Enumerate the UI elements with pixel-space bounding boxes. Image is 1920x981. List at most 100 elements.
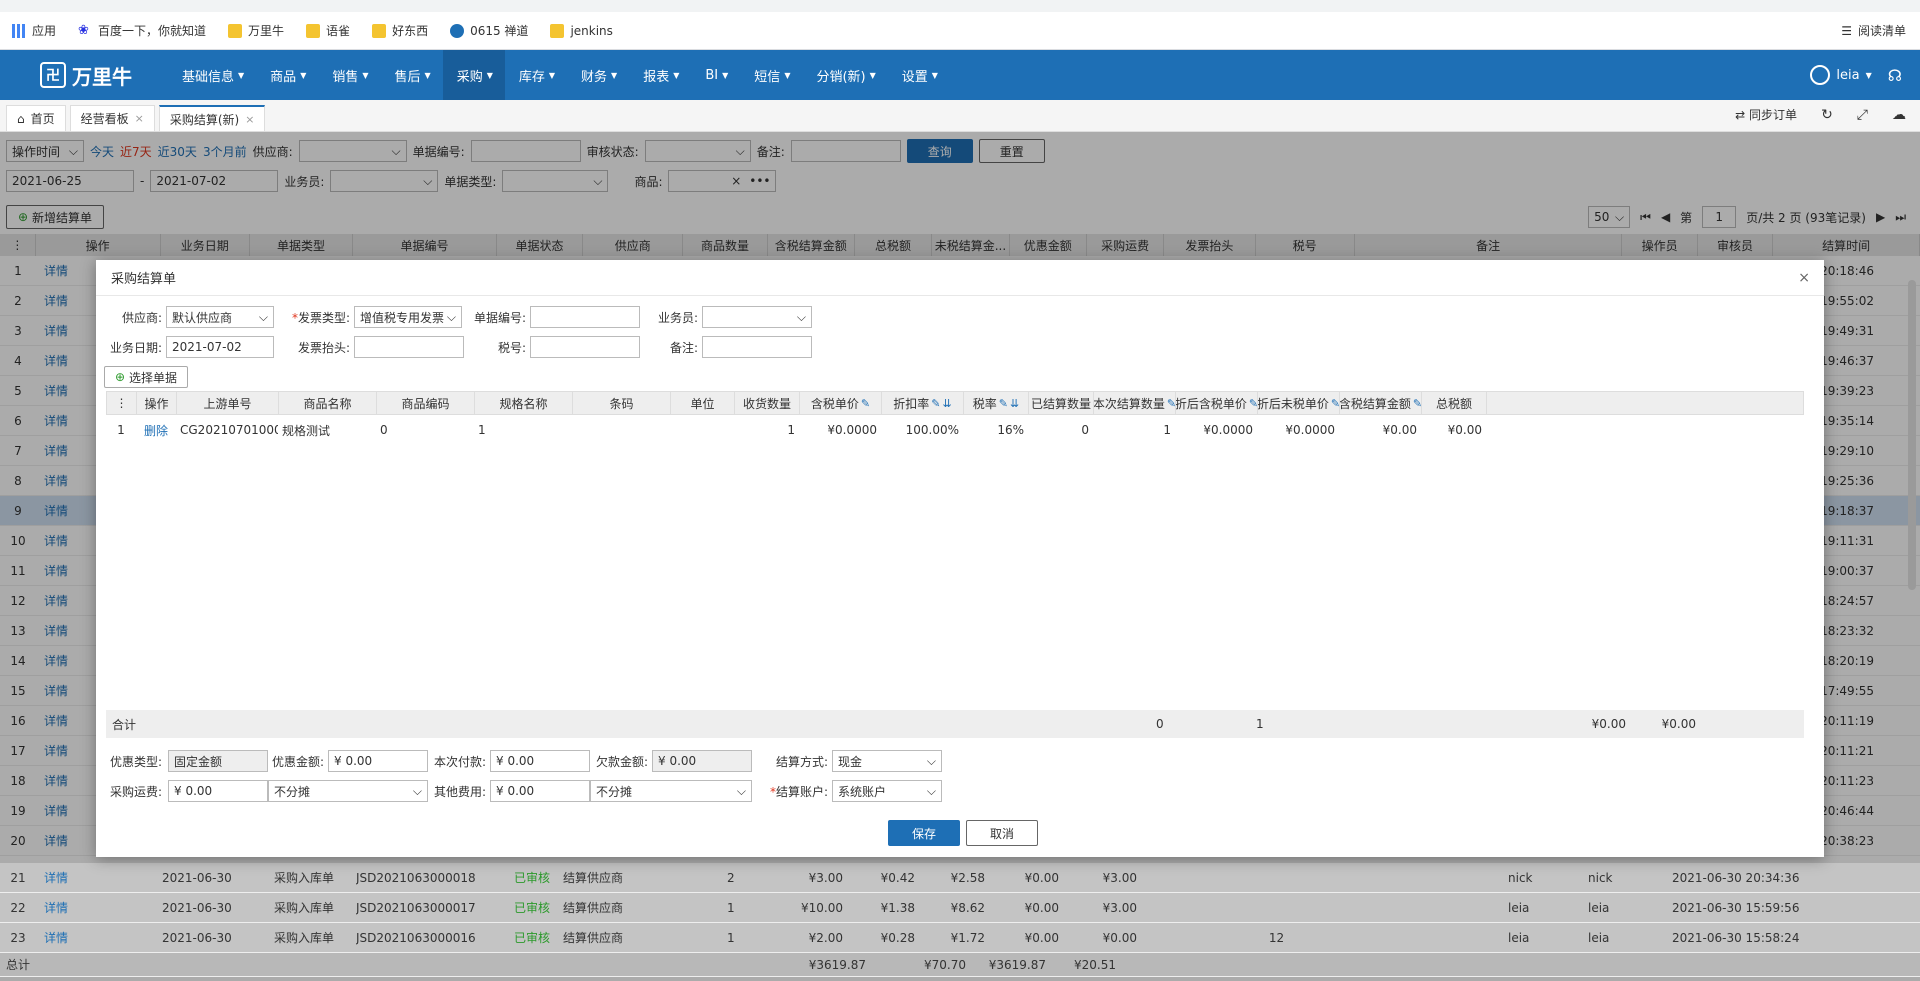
nav-after-sales[interactable]: 售后 ▼: [381, 50, 443, 100]
other-alloc-select[interactable]: 不分摊 ⌵: [590, 780, 752, 802]
detail-link[interactable]: 详情: [36, 899, 162, 916]
other-input[interactable]: ¥ 0.00: [490, 780, 590, 802]
chevron-down-icon: ▼: [1865, 70, 1872, 80]
save-button[interactable]: 保存: [888, 820, 960, 846]
freight-alloc-select[interactable]: 不分摊 ⌵: [268, 780, 428, 802]
bookmark-baidu[interactable]: ❀ 百度一下，你就知道: [78, 22, 206, 39]
tab-dashboard[interactable]: 经营看板 ×: [69, 105, 155, 131]
tab-tools: ⇄ 同步订单 ↻ ⤢ ☁: [1735, 106, 1906, 123]
other-label: 其他费用:: [433, 784, 486, 799]
column-menu-icon[interactable]: ⋮: [107, 392, 137, 414]
bookmark-apps[interactable]: 应用: [12, 22, 56, 39]
edit-icon[interactable]: ✎: [861, 397, 870, 410]
supplier-select[interactable]: 默认供应商 ⌵: [166, 306, 274, 328]
folder-icon: [372, 23, 387, 38]
nav-sales[interactable]: 销售 ▼: [318, 50, 380, 100]
bookmark-folder[interactable]: 万里牛: [228, 22, 284, 39]
reading-list[interactable]: ☰ 阅读清单: [1841, 22, 1906, 39]
tab-purchase-settlement[interactable]: 采购结算(新) ×: [158, 105, 266, 131]
main-nav: 基础信息 ▼ 商品 ▼ 销售 ▼ 售后 ▼ 采购 ▼ 库存 ▼ 财务 ▼ 报表 ▼ BI ▼ 短信…: [168, 50, 950, 100]
nav-finance[interactable]: 财务 ▼: [567, 50, 629, 100]
edit-icon[interactable]: ✎: [1413, 397, 1421, 410]
nav-purchase[interactable]: 采购 ▼: [442, 50, 505, 100]
doc-no-label: 单据编号:: [473, 310, 526, 325]
date-input[interactable]: 2021-07-02: [166, 336, 274, 358]
chevron-down-icon: ⌵: [796, 309, 806, 324]
chevron-down-icon: ▼: [548, 70, 556, 80]
disc-type-field: 固定金额: [168, 750, 268, 772]
app-logo[interactable]: 卍万里牛: [40, 61, 132, 90]
invoice-type-select[interactable]: 增值税专用发票 ⌵: [354, 306, 462, 328]
doc-no-input[interactable]: [530, 306, 640, 328]
nav-reports[interactable]: 报表 ▼: [629, 50, 691, 100]
detail-header: ⋮ 操作 上游单号 商品名称 商品编码 规格名称 条码 单位 收货数量 含税单价…: [106, 391, 1804, 415]
nav-distribution[interactable]: 分销(新) ▼: [802, 50, 887, 100]
choose-docs-button[interactable]: ⊕ 选择单据: [104, 366, 188, 388]
modal-title: 采购结算单: [96, 260, 1824, 296]
freight-label: 采购运费:: [110, 784, 163, 799]
staff-label: 业务员:: [657, 310, 698, 325]
nav-inventory[interactable]: 库存 ▼: [505, 50, 567, 100]
tax-no-label: 税号:: [497, 340, 526, 355]
edit-icon[interactable]: ✎: [1167, 397, 1175, 410]
browser-address-bar[interactable]: [0, 0, 1920, 12]
note-input[interactable]: [702, 336, 812, 358]
nav-bi[interactable]: BI ▼: [691, 50, 740, 100]
modal-form: 供应商: 默认供应商 ⌵ *发票类型: 增值税专用发票 ⌵ 单据编号: 业务员: ⌵…: [96, 296, 1824, 392]
bookmark-folder[interactable]: jenkins: [550, 23, 613, 38]
page-scrollbar[interactable]: [1908, 280, 1916, 590]
edit-icon[interactable]: ✎: [999, 397, 1008, 410]
table-row[interactable]: 22 详情 2021-06-30 采购入库单 JSD2021063000017 …: [0, 893, 1920, 923]
column-header: 折后含税单价 ✎: [1176, 392, 1258, 414]
close-icon[interactable]: ×: [245, 113, 254, 126]
modal-detail-table: ⋮ 操作 上游单号 商品名称 商品编码 规格名称 条码 单位 收货数量 含税单价…: [106, 391, 1804, 736]
account-select[interactable]: 系统账户 ⌵: [832, 780, 942, 802]
edit-icon[interactable]: ✎: [931, 397, 940, 410]
detail-link[interactable]: 详情: [36, 929, 162, 946]
nav-sms[interactable]: 短信 ▼: [740, 50, 802, 100]
table-row[interactable]: 23 详情 2021-06-30 采购入库单 JSD2021063000016 …: [0, 923, 1920, 953]
close-icon[interactable]: ×: [135, 112, 144, 125]
column-header: 折扣率 ✎ ⇊: [882, 392, 964, 414]
nav-goods[interactable]: 商品 ▼: [256, 50, 318, 100]
detail-link[interactable]: 详情: [36, 869, 162, 886]
visible-rows: 21 详情 2021-06-30 采购入库单 JSD2021063000018 …: [0, 863, 1920, 977]
edit-icon[interactable]: ✎: [1249, 397, 1257, 410]
nav-basic-info[interactable]: 基础信息 ▼: [168, 50, 256, 100]
fullscreen-icon[interactable]: ⤢: [1857, 107, 1868, 123]
tab-home[interactable]: ⌂ 首页: [6, 105, 66, 131]
disc-type-label: 优惠类型:: [110, 754, 163, 769]
sync-orders-button[interactable]: ⇄ 同步订单: [1735, 106, 1797, 123]
bookmark-zentao[interactable]: 0615 禅道: [450, 22, 528, 39]
edit-icon[interactable]: ✎: [1331, 397, 1339, 410]
column-header: 商品名称: [279, 392, 377, 414]
nav-settings[interactable]: 设置 ▼: [888, 50, 950, 100]
chevron-down-icon: ▼: [300, 70, 307, 80]
cloud-icon[interactable]: ☁: [1892, 107, 1906, 123]
bookmark-folder[interactable]: 语雀: [306, 22, 350, 39]
chevron-down-icon: ▼: [486, 70, 493, 80]
bookmarks-bar: 应用 ❀ 百度一下，你就知道 万里牛 语雀 好东西 0615 禅道 jenkins…: [0, 12, 1920, 50]
staff-select[interactable]: ⌵: [702, 306, 812, 328]
invoice-title-input[interactable]: [354, 336, 464, 358]
chevron-down-icon: ▼: [673, 70, 680, 80]
batch-icon[interactable]: ⇊: [943, 397, 952, 410]
detail-row[interactable]: 1 删除 CG202107010006 规格测试 0 1 1 ¥0.0000 1…: [106, 415, 1804, 445]
freight-input[interactable]: ¥ 0.00: [168, 780, 268, 802]
table-row[interactable]: 21 详情 2021-06-30 采购入库单 JSD2021063000018 …: [0, 863, 1920, 893]
tax-no-input[interactable]: [530, 336, 640, 358]
delete-link[interactable]: 删除: [136, 422, 176, 439]
column-header: 条码: [573, 392, 671, 414]
pay-input[interactable]: ¥ 0.00: [490, 750, 590, 772]
bookmark-folder[interactable]: 好东西: [372, 22, 428, 39]
cancel-button[interactable]: 取消: [966, 820, 1038, 846]
refresh-icon[interactable]: ↻: [1821, 107, 1833, 123]
settle-method-select[interactable]: 现金 ⌵: [832, 750, 942, 772]
user-menu[interactable]: leia ▼: [1810, 65, 1872, 85]
close-icon[interactable]: ×: [1798, 270, 1810, 286]
app-header: 卍万里牛 基础信息 ▼ 商品 ▼ 销售 ▼ 售后 ▼ 采购 ▼ 库存 ▼ 财务 ▼ 报表 ▼ B…: [0, 50, 1920, 100]
modal-payment-area: 优惠类型: 固定金额 优惠金额: ¥ 0.00 本次付款: ¥ 0.00 欠款金…: [110, 746, 942, 806]
disc-amount-input[interactable]: ¥ 0.00: [328, 750, 428, 772]
batch-icon[interactable]: ⇊: [1010, 397, 1019, 410]
headset-icon[interactable]: ☊: [1888, 66, 1902, 85]
